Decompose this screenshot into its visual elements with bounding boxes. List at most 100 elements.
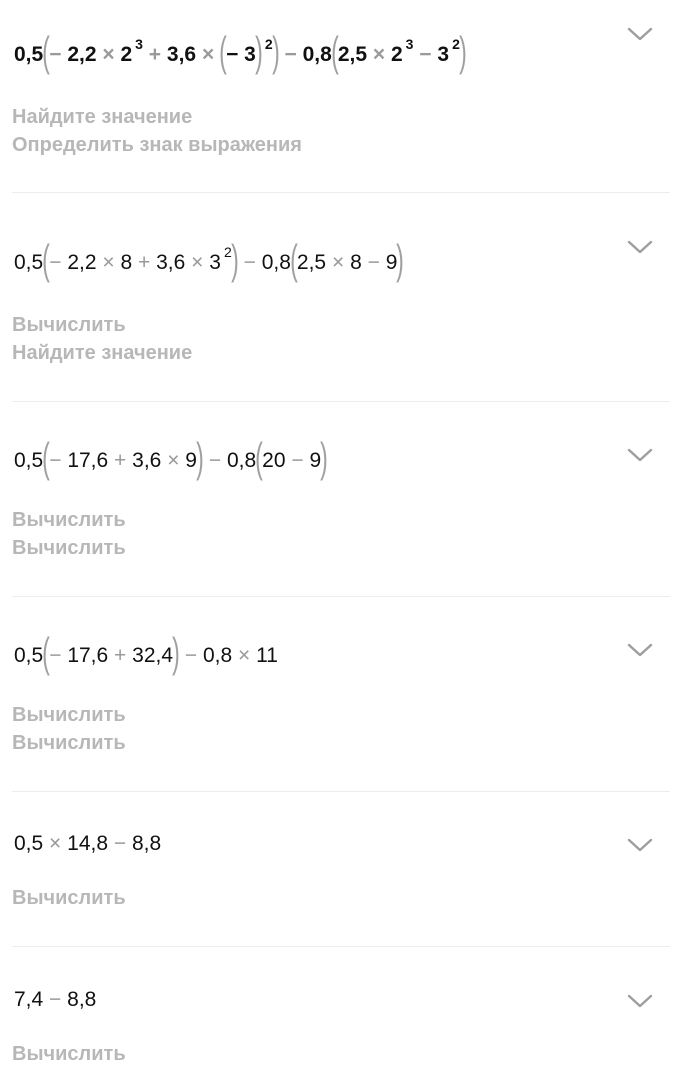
number: 3,6 — [132, 449, 162, 472]
operator: × — [238, 644, 251, 667]
number: 0,8 — [261, 251, 291, 274]
divider — [12, 596, 670, 597]
operator: − — [208, 449, 222, 472]
operator: − — [49, 43, 62, 66]
number: 8,8 — [131, 832, 162, 855]
number: 2,5 — [337, 43, 368, 66]
step-2-expression: 0,5(− 2,2 × 8 + 3,6 × 3 2) − 0,8(2,5 × 8 … — [14, 236, 405, 284]
exponent: 3 — [135, 36, 143, 52]
open-paren: ( — [290, 236, 298, 284]
close-paren: ) — [396, 236, 405, 284]
step-4-expression: 0,5(− 17,6 + 32,4) − 0,8 × 11 — [14, 629, 278, 677]
step-1-expression: 0,5(− 2,2 × 23 + 3,6 × (− 3) 2) − 0,8(2,5… — [14, 28, 467, 76]
operator: × — [167, 449, 180, 472]
number: 20 — [262, 449, 286, 472]
operator: − — [49, 449, 62, 472]
open-paren: ( — [42, 28, 51, 76]
number: 8,8 — [67, 988, 97, 1011]
operator: − — [243, 251, 256, 274]
operator: × — [102, 251, 115, 274]
hint-link[interactable]: Определить знак выражения — [12, 131, 302, 159]
number: 2,5 — [296, 251, 327, 274]
number: 3,6 — [166, 43, 197, 66]
divider — [12, 401, 670, 402]
number: 17,6 — [67, 449, 109, 472]
chevron-down-icon[interactable] — [626, 641, 654, 659]
chevron-down-icon[interactable] — [626, 836, 654, 854]
chevron-down-icon[interactable] — [626, 238, 654, 256]
number: 0,5 — [14, 251, 44, 274]
divider — [12, 946, 670, 947]
hint-link[interactable]: Вычислить — [12, 506, 126, 534]
operator: − — [419, 43, 432, 66]
number: 32,4 — [132, 644, 174, 667]
number: 2 — [120, 43, 133, 66]
open-paren: ( — [219, 28, 227, 76]
operator: − — [226, 43, 239, 66]
hint-link[interactable]: Вычислить — [12, 701, 126, 729]
chevron-down-icon[interactable] — [626, 446, 654, 464]
number: 11 — [256, 644, 278, 667]
number: 3,6 — [156, 251, 186, 274]
operator: × — [49, 832, 62, 855]
number: 7,4 — [14, 988, 44, 1011]
operator: + — [114, 644, 127, 667]
open-paren: ( — [330, 28, 339, 76]
number: 3 — [209, 251, 221, 274]
operator: × — [372, 43, 386, 66]
operator: × — [331, 251, 345, 274]
hint-link[interactable]: Вычислить — [12, 1040, 126, 1068]
number: 0,8 — [226, 449, 257, 472]
operator: × — [102, 43, 115, 66]
chevron-down-icon[interactable] — [626, 992, 654, 1010]
operator: + — [114, 449, 127, 472]
step-6-expression: 7,4 − 8,8 — [14, 982, 96, 1018]
divider — [12, 791, 670, 792]
number: 8 — [120, 251, 133, 274]
operator: − — [367, 251, 380, 274]
chevron-down-icon[interactable] — [626, 25, 654, 43]
close-paren: ) — [255, 28, 263, 76]
operator: + — [138, 251, 151, 274]
number: 17,6 — [67, 644, 109, 667]
hint-link[interactable]: Вычислить — [12, 729, 126, 757]
hint-link[interactable]: Найдите значение — [12, 339, 192, 367]
operator: × — [191, 251, 204, 274]
close-paren: ) — [271, 28, 280, 76]
divider — [12, 192, 670, 193]
close-paren: ) — [196, 434, 204, 482]
exponent: 3 — [405, 36, 414, 52]
number: 3 — [437, 43, 450, 66]
open-paren: ( — [255, 434, 263, 482]
number: 2,2 — [67, 43, 97, 66]
number: 8 — [350, 251, 362, 274]
hint-link[interactable]: Найдите значение — [12, 103, 192, 131]
close-paren: ) — [172, 629, 180, 677]
open-paren: ( — [42, 236, 51, 284]
hint-link[interactable]: Вычислить — [12, 534, 126, 562]
operator: − — [291, 449, 304, 472]
operator: − — [284, 43, 297, 66]
number: 0,8 — [302, 43, 332, 66]
step-5-expression: 0,5 × 14,8 − 8,8 — [14, 826, 161, 862]
number: 0,8 — [202, 644, 233, 667]
number: 14,8 — [67, 832, 109, 855]
number: 2 — [390, 43, 403, 66]
close-paren: ) — [459, 28, 467, 76]
number: 0,5 — [14, 832, 44, 855]
operator: × — [201, 43, 215, 66]
operator: − — [184, 644, 198, 667]
operator: − — [49, 988, 62, 1011]
close-paren: ) — [230, 236, 239, 284]
hint-link[interactable]: Вычислить — [12, 884, 126, 912]
number: 0,5 — [14, 449, 44, 472]
close-paren: ) — [320, 434, 328, 482]
operator: + — [148, 43, 162, 66]
number: 2,2 — [67, 251, 97, 274]
open-paren: ( — [42, 434, 51, 482]
open-paren: ( — [42, 629, 51, 677]
operator: − — [49, 644, 62, 667]
number: 3 — [244, 43, 256, 66]
hint-link[interactable]: Вычислить — [12, 311, 126, 339]
number: 0,5 — [14, 43, 44, 66]
